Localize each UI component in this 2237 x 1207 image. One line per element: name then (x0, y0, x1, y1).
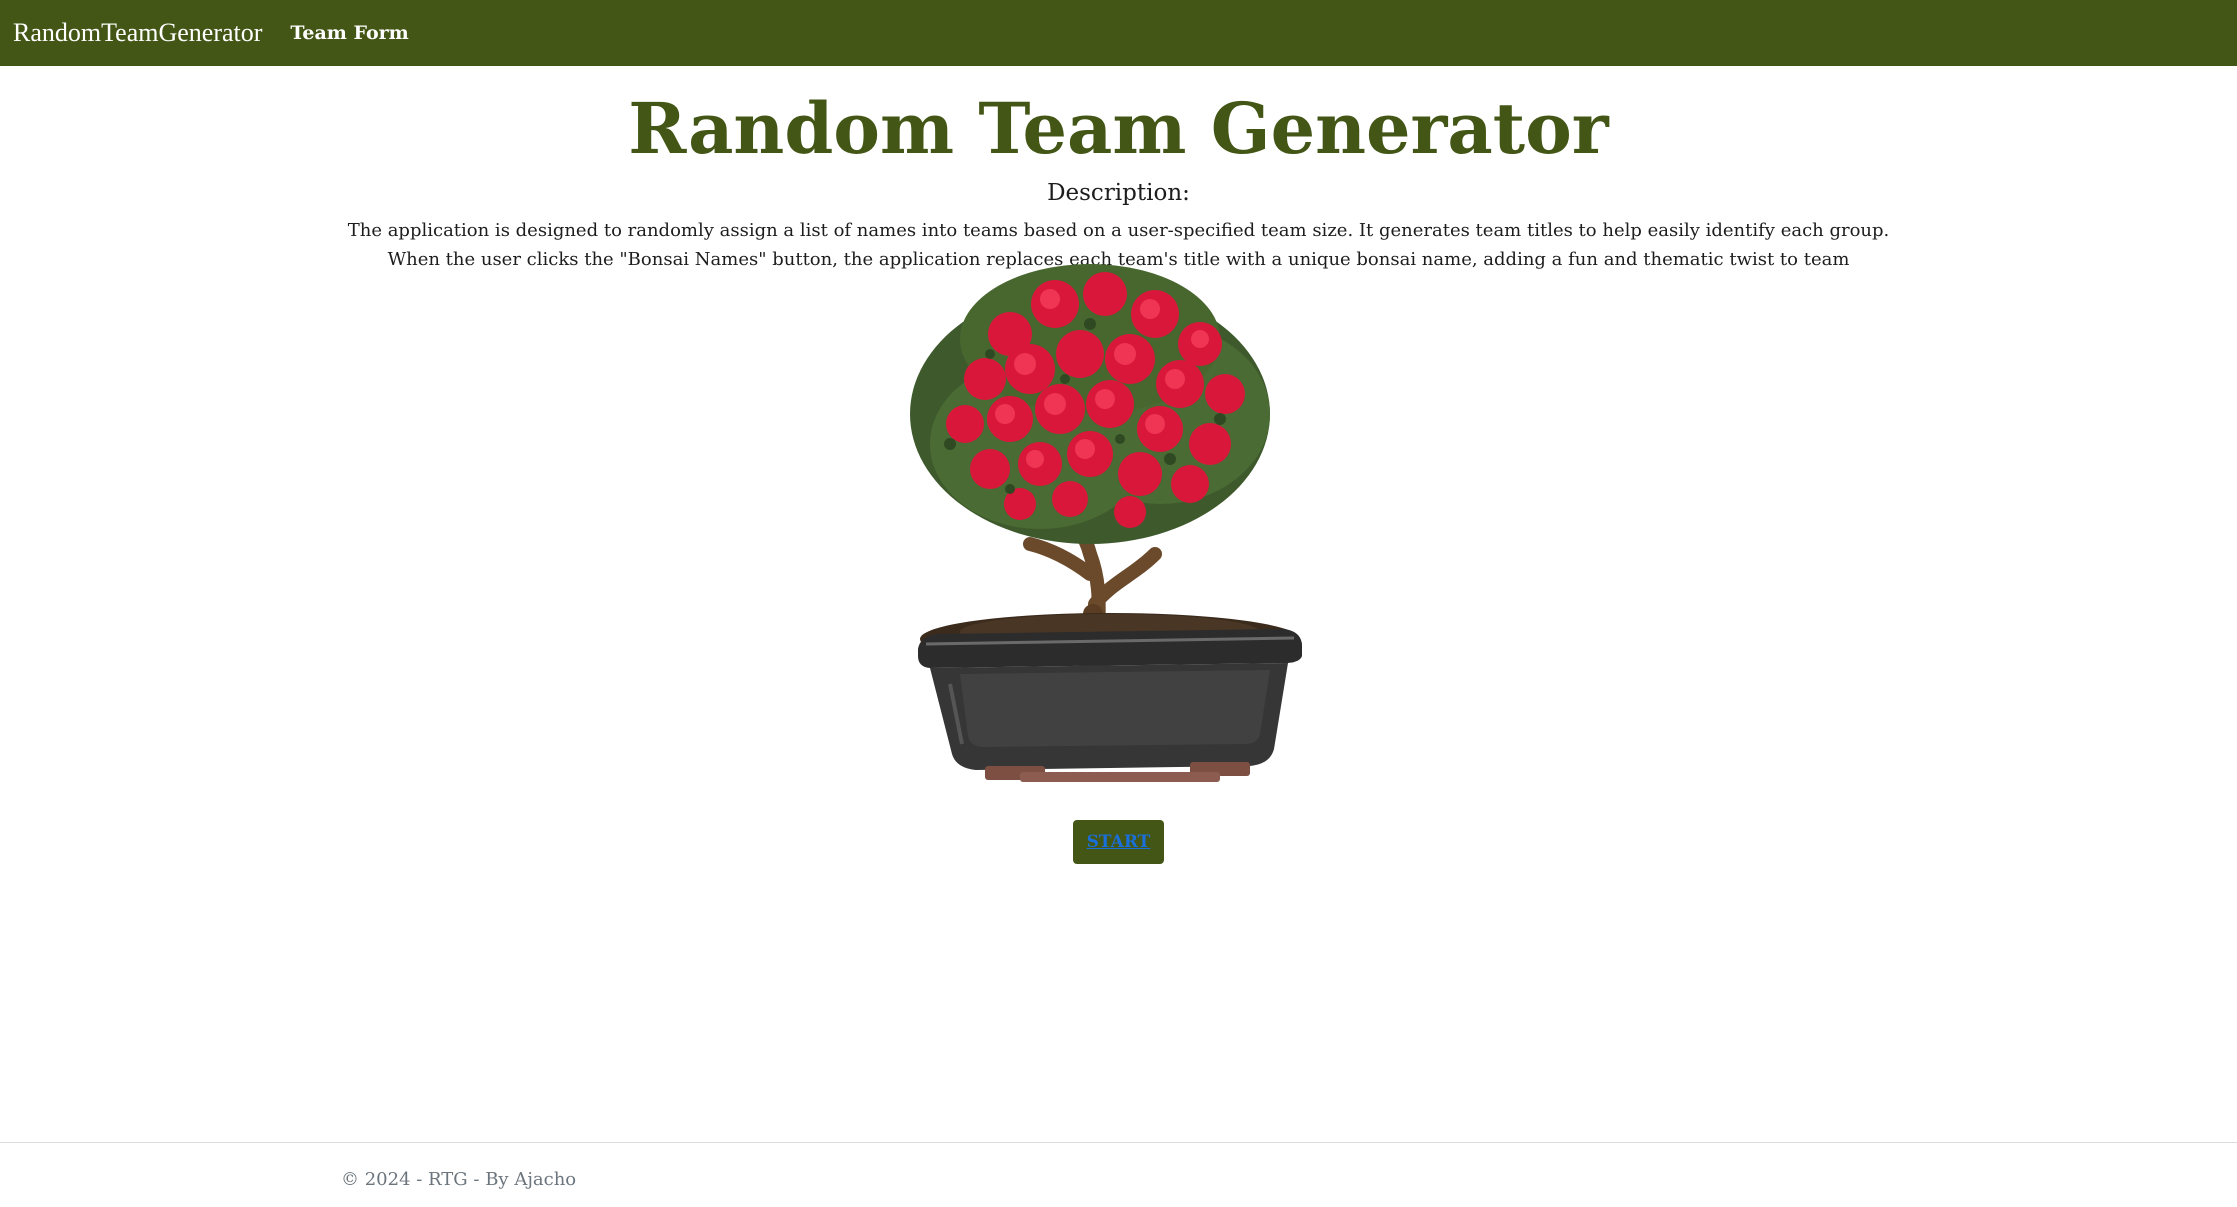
page-title: Random Team Generator (628, 87, 1609, 170)
navbar: RandomTeamGenerator Team Form (0, 0, 2237, 66)
description-heading: Description: (1047, 180, 1190, 206)
brand-link[interactable]: RandomTeamGenerator (13, 18, 262, 48)
start-button[interactable]: START (1073, 820, 1164, 864)
footer-copyright: © 2024 - RTG - By Ajacho (341, 1169, 577, 1190)
footer: © 2024 - RTG - By Ajacho (0, 1142, 2237, 1207)
bonsai-tree-image (890, 244, 1340, 794)
nav-link-team-form[interactable]: Team Form (290, 22, 408, 44)
